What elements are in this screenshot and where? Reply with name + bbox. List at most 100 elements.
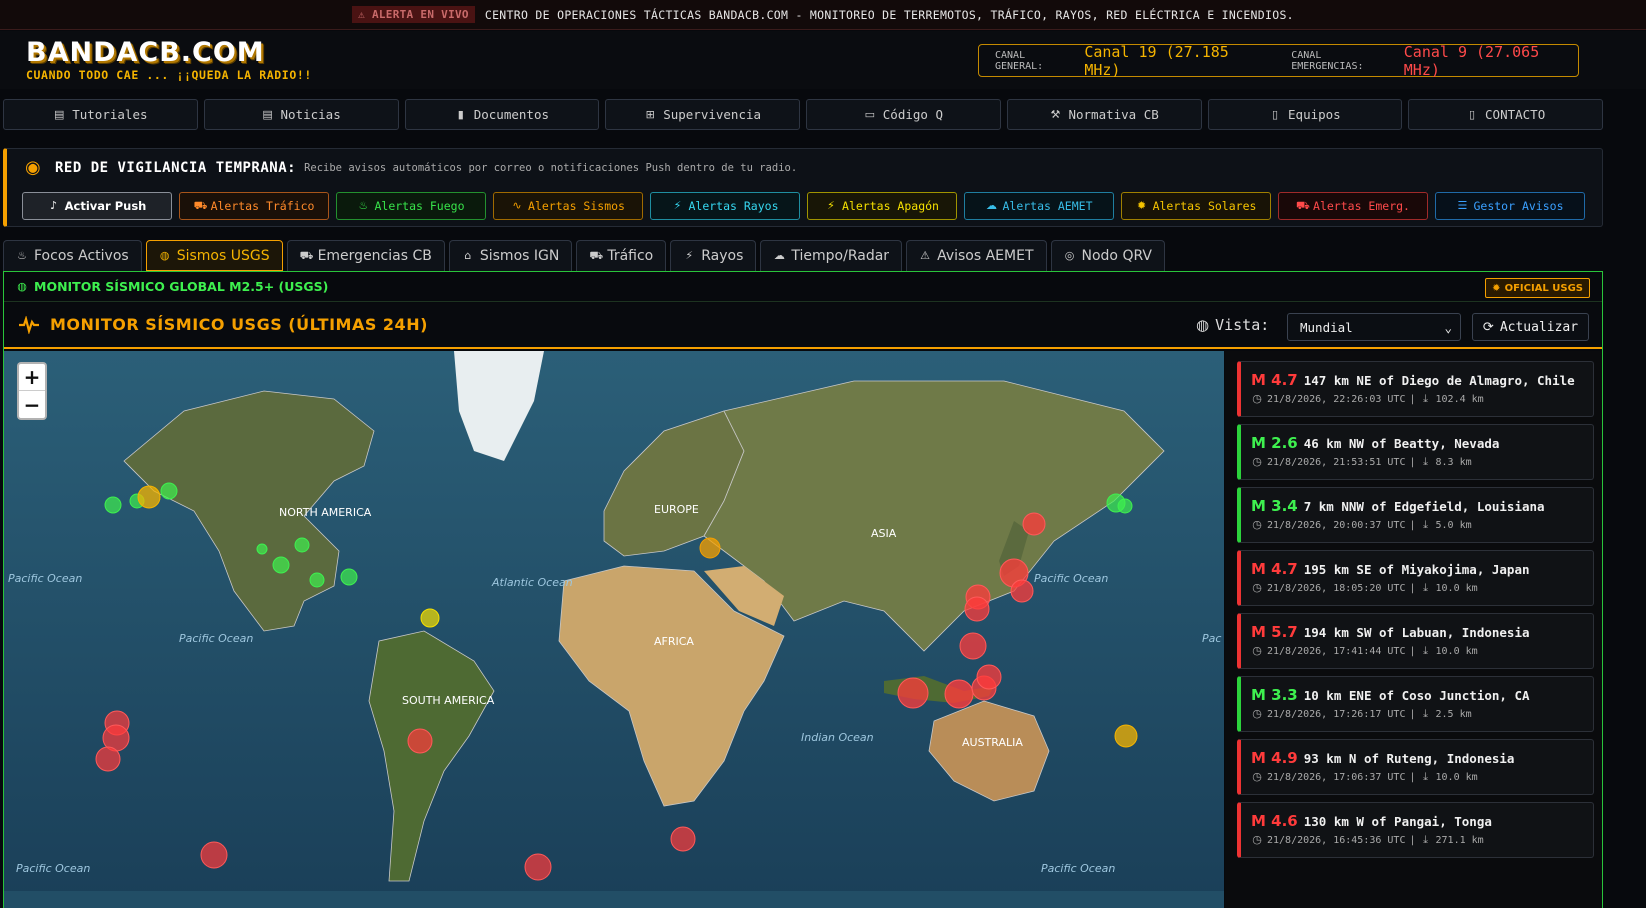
tab-avisos-aemet[interactable]: ⚠ Avisos AEMET xyxy=(906,240,1047,271)
nav-contacto[interactable]: ▯ CONTACTO xyxy=(1408,99,1603,130)
quake-marker[interactable] xyxy=(160,482,178,500)
alert-button-alertas-tr-fico[interactable]: ⛟ Alertas Tráfico xyxy=(179,192,329,220)
quake-marker[interactable] xyxy=(897,677,929,709)
quake-marker[interactable] xyxy=(420,608,440,628)
earthquake-title-row: M 5.7 194 km SW of Labuan, Indonesia xyxy=(1251,623,1593,641)
depth: 10.0 km xyxy=(1435,771,1478,783)
tab-nodo-qrv[interactable]: ◎ Nodo QRV xyxy=(1050,240,1165,271)
quake-marker[interactable] xyxy=(294,537,310,553)
earthquake-meta-row: ◷ 21/8/2026, 17:06:37 UTC | ⤓ 10.0 km xyxy=(1251,771,1593,783)
quake-marker[interactable] xyxy=(256,543,268,555)
earthquake-item[interactable]: M 3.3 10 km ENE of Coso Junction, CA ◷ 21/8… xyxy=(1237,676,1594,732)
nav-supervivencia[interactable]: ⊞ Supervivencia xyxy=(605,99,800,130)
earthquake-title-row: M 4.9 93 km N of Ruteng, Indonesia xyxy=(1251,749,1593,767)
quake-marker[interactable] xyxy=(272,556,290,574)
nav-normativa[interactable]: ⚒ Normativa CB xyxy=(1006,99,1202,130)
nav-codigo-q[interactable]: ▭ Código Q xyxy=(806,99,1001,130)
zoom-out-button[interactable]: − xyxy=(19,391,45,418)
earthquake-item[interactable]: M 2.6 46 km NW of Beatty, Nevada ◷ 21/8/202… xyxy=(1237,424,1594,480)
earthquake-item[interactable]: M 4.6 130 km W of Pangai, Tonga ◷ 21/8/2026… xyxy=(1237,802,1594,858)
quake-marker[interactable] xyxy=(1114,724,1138,748)
earthquake-meta-row: ◷ 21/8/2026, 18:05:20 UTC | ⤓ 10.0 km xyxy=(1251,582,1593,594)
tab-sismos-ign[interactable]: ⌂ Sismos IGN xyxy=(448,240,573,271)
alert-button-alertas-apag-n[interactable]: ⚡ Alertas Apagón xyxy=(807,192,957,220)
bolt-icon: ⚡ xyxy=(827,199,835,212)
tab-emergencias-cb[interactable]: ⛟ Emergencias CB xyxy=(286,240,445,271)
building-icon: ⌂ xyxy=(464,249,472,262)
alert-button-alertas-solares[interactable]: ✹ Alertas Solares xyxy=(1121,192,1271,220)
earthquake-meta-row: ◷ 21/8/2026, 21:53:51 UTC | ⤓ 8.3 km xyxy=(1251,456,1593,468)
globe-icon: ◍ xyxy=(17,279,27,293)
quake-marker[interactable] xyxy=(524,853,552,881)
depth: 10.0 km xyxy=(1435,582,1478,594)
quake-marker[interactable] xyxy=(95,746,121,772)
tab-label: Avisos AEMET xyxy=(937,248,1034,264)
quake-marker[interactable] xyxy=(200,841,228,869)
quake-marker[interactable] xyxy=(1022,512,1046,536)
earthquake-item[interactable]: M 5.7 194 km SW of Labuan, Indonesia ◷ 21/8… xyxy=(1237,613,1594,669)
earthquake-item[interactable]: M 4.9 93 km N of Ruteng, Indonesia ◷ 21/8/2… xyxy=(1237,739,1594,795)
bell-icon: ♪ xyxy=(50,199,58,212)
refresh-label: Actualizar xyxy=(1499,319,1579,335)
alert-button-alertas-rayos[interactable]: ⚡ Alertas Rayos xyxy=(650,192,800,220)
earthquake-item[interactable]: M 3.4 7 km NNW of Edgefield, Louisiana ◷ 21… xyxy=(1237,487,1594,543)
earthquake-item[interactable]: M 4.7 195 km SE of Miyakojima, Japan ◷ 21/8… xyxy=(1237,550,1594,606)
quake-marker[interactable] xyxy=(1010,579,1034,603)
earthquake-item[interactable]: M 4.7 147 km NE of Diego de Almagro, Chil… xyxy=(1237,361,1594,417)
magnitude: M 3.3 xyxy=(1251,686,1298,704)
nav-tutoriales[interactable]: ▤ Tutoriales xyxy=(3,99,198,130)
alert-button-alertas-emerg-[interactable]: ⛟ Alertas Emerg. xyxy=(1278,192,1428,220)
quake-marker[interactable] xyxy=(407,728,433,754)
tab-bar: ♨ Focos Activos ◍ Sismos USGS ⛟ Emergencias C… xyxy=(3,240,1165,271)
quake-marker[interactable] xyxy=(1117,498,1133,514)
tab-tr-fico[interactable]: ⛟ Tráfico xyxy=(576,240,667,271)
alert-button-alertas-aemet[interactable]: ☁ Alertas AEMET xyxy=(964,192,1114,220)
alert-button-gestor-avisos[interactable]: ☰ Gestor Avisos xyxy=(1435,192,1585,220)
tab-rayos[interactable]: ⚡ Rayos xyxy=(670,240,757,271)
tab-label: Nodo QRV xyxy=(1081,248,1153,264)
bolt-icon: ⚡ xyxy=(673,199,682,212)
quake-marker[interactable] xyxy=(309,572,325,588)
nav-equipos[interactable]: ▯ Equipos xyxy=(1207,99,1403,130)
car-icon: ⛟ xyxy=(589,249,604,262)
refresh-button[interactable]: ⟳ Actualizar xyxy=(1472,313,1589,341)
quake-marker[interactable] xyxy=(959,632,987,660)
nav-noticias[interactable]: ▤ Noticias xyxy=(203,99,399,130)
quake-marker[interactable] xyxy=(104,496,122,514)
earthquake-title-row: M 4.7 195 km SE of Miyakojima, Japan xyxy=(1251,560,1593,578)
target-icon: ◎ xyxy=(1064,249,1075,262)
tab-focos-activos[interactable]: ♨ Focos Activos xyxy=(3,240,142,271)
tab-label: Focos Activos xyxy=(34,248,129,264)
depth: 2.5 km xyxy=(1435,708,1472,720)
view-select-value: Mundial xyxy=(1300,319,1353,335)
quake-marker[interactable] xyxy=(976,664,1002,690)
site-logo[interactable]: BANDACB.COM xyxy=(26,37,265,68)
view-label-text: Vista: xyxy=(1215,316,1270,334)
zoom-in-button[interactable]: + xyxy=(19,364,45,391)
southern-ocean xyxy=(4,891,1224,908)
earthquake-list[interactable]: M 4.7 147 km NE of Diego de Almagro, Chil… xyxy=(1225,351,1602,908)
view-select[interactable]: Mundial ⌄ xyxy=(1287,313,1461,341)
quake-marker[interactable] xyxy=(340,568,358,586)
monitor-subtitle: MONITOR SÍSMICO USGS (ÚLTIMAS 24H) xyxy=(18,315,428,334)
radio-icon: ▯ xyxy=(1468,107,1476,121)
tab-sismos-usgs[interactable]: ◍ Sismos USGS xyxy=(145,240,283,271)
alert-button-activar-push[interactable]: ♪ Activar Push xyxy=(22,192,172,220)
depth-icon: ⤓ xyxy=(1423,581,1428,594)
quake-marker[interactable] xyxy=(944,679,974,709)
clock-icon: ◷ xyxy=(1252,644,1262,657)
quake-marker[interactable] xyxy=(670,826,696,852)
nav-documentos[interactable]: ▮ Documentos xyxy=(404,99,600,130)
quake-marker[interactable] xyxy=(699,537,721,559)
monitor-subtitle-text: MONITOR SÍSMICO USGS (ÚLTIMAS 24H) xyxy=(50,315,428,334)
tab-tiempo-radar[interactable]: ☁ Tiempo/Radar xyxy=(760,240,903,271)
alert-button-alertas-sismos[interactable]: ∿ Alertas Sismos xyxy=(493,192,643,220)
earthquake-map[interactable]: NORTH AMERICA EUROPE ASIA AFRICA SOUTH A… xyxy=(4,351,1224,908)
quake-marker[interactable] xyxy=(137,485,161,509)
site-header: BANDACB.COM CUANDO TODO CAE ... ¡¡QUEDA … xyxy=(0,31,1646,89)
earthquake-meta-row: ◷ 21/8/2026, 16:45:36 UTC | ⤓ 271.1 km xyxy=(1251,834,1593,846)
quake-marker[interactable] xyxy=(964,596,990,622)
label-atlantic: Atlantic Ocean xyxy=(491,576,573,589)
alert-button-alertas-fuego[interactable]: ♨ Alertas Fuego xyxy=(336,192,486,220)
sliders-icon: ☰ xyxy=(1457,199,1468,212)
